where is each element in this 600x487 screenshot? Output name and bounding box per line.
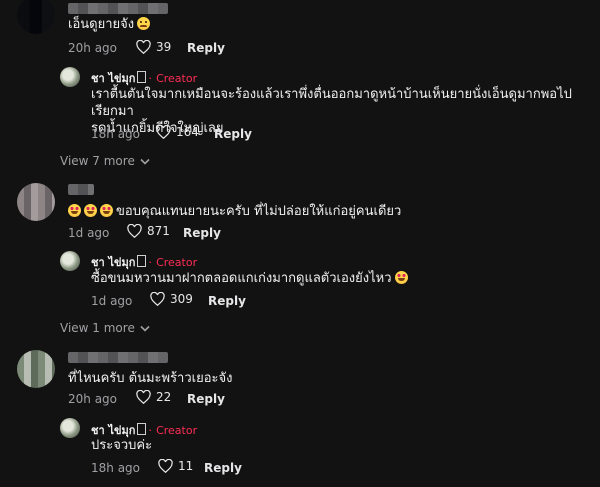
comment-text: เอ็นดูยายจัง [68,16,153,33]
heart-icon [156,125,171,139]
reply-time: 18h ago [91,127,141,141]
unknown-glyph-icon [137,255,147,267]
heart-icon [158,459,173,473]
like-button[interactable]: 11 [158,459,193,473]
creator-header: ชา ไข่มุก · Creator [91,253,197,271]
reply-button[interactable]: Reply [187,392,225,406]
like-button[interactable]: 871 [127,224,170,238]
creator-reply-text: ประจวบค่ะ [91,438,153,453]
reply-button[interactable]: Reply [204,461,242,475]
creator-separator: · [148,424,152,437]
heart-icon [150,292,165,306]
smiling-face-with-hearts-emoji [100,204,113,217]
creator-name[interactable]: ชา ไข่มุก [91,256,135,269]
creator-avatar[interactable] [60,418,80,438]
commenter-avatar[interactable] [17,0,55,34]
smiling-face-with-hearts-emoji [68,204,81,217]
creator-name[interactable]: ชา ไข่มุก [91,424,135,437]
view-more-label: View 1 more [60,321,135,335]
creator-name[interactable]: ชา ไข่มุก [91,72,135,85]
reply-button[interactable]: Reply [183,226,221,240]
heart-icon [136,40,151,54]
smiling-face-with-hearts-emoji [84,204,97,217]
creator-badge: Creator [156,72,198,85]
smiling-face-with-hearts-emoji [394,271,408,284]
like-count: 39 [156,40,172,54]
commenter-avatar[interactable] [17,183,55,221]
creator-separator: · [148,72,152,85]
chevron-down-icon [140,158,150,165]
like-button[interactable]: 309 [150,292,193,306]
heart-icon [136,390,151,404]
creator-badge: Creator [156,424,198,437]
comment-time: 1d ago [68,226,110,240]
comment-time: 20h ago [68,392,118,406]
chevron-down-icon [140,325,150,332]
like-button[interactable]: 39 [136,40,171,54]
sad-face-emoji [137,17,151,30]
comment-text: ขอบคุณแทนยายนะครับ ที่ไม่ปล่อยให้แก่อยู่… [68,203,401,220]
creator-separator: · [148,256,152,269]
commenter-avatar[interactable] [17,350,55,388]
heart-icon [127,224,142,238]
view-more-label: View 7 more [60,154,135,168]
like-button[interactable]: 22 [136,390,171,404]
reply-button[interactable]: Reply [187,41,225,55]
reply-button[interactable]: Reply [214,127,252,141]
like-count: 309 [170,292,193,306]
view-more-replies-button[interactable]: View 1 more [60,321,150,335]
like-button[interactable]: 164 [156,125,199,139]
creator-avatar[interactable] [60,67,80,87]
like-count: 11 [178,459,194,473]
reply-time: 1d ago [91,294,133,308]
unknown-glyph-icon [137,71,147,83]
creator-avatar[interactable] [60,251,80,271]
like-count: 22 [156,390,172,404]
creator-badge: Creator [156,256,198,269]
like-count: 164 [176,125,199,139]
commenter-name-blurred[interactable] [68,352,168,363]
unknown-glyph-icon [137,423,147,435]
commenter-name-blurred[interactable] [68,184,94,195]
creator-header: ชา ไข่มุก · Creator [91,69,197,87]
creator-reply-text: ซื้อขนมหวานมาฝากตลอดแกเก่งมากดูแลตัวเองย… [91,270,411,287]
comment-time: 20h ago [68,41,118,55]
reply-button[interactable]: Reply [208,294,246,308]
comment-text: ที่ไหนครับ ต้นมะพร้าวเยอะจัง [68,371,233,386]
like-count: 871 [147,224,170,238]
reply-time: 18h ago [91,461,141,475]
commenter-name-blurred[interactable] [68,3,168,14]
view-more-replies-button[interactable]: View 7 more [60,154,150,168]
